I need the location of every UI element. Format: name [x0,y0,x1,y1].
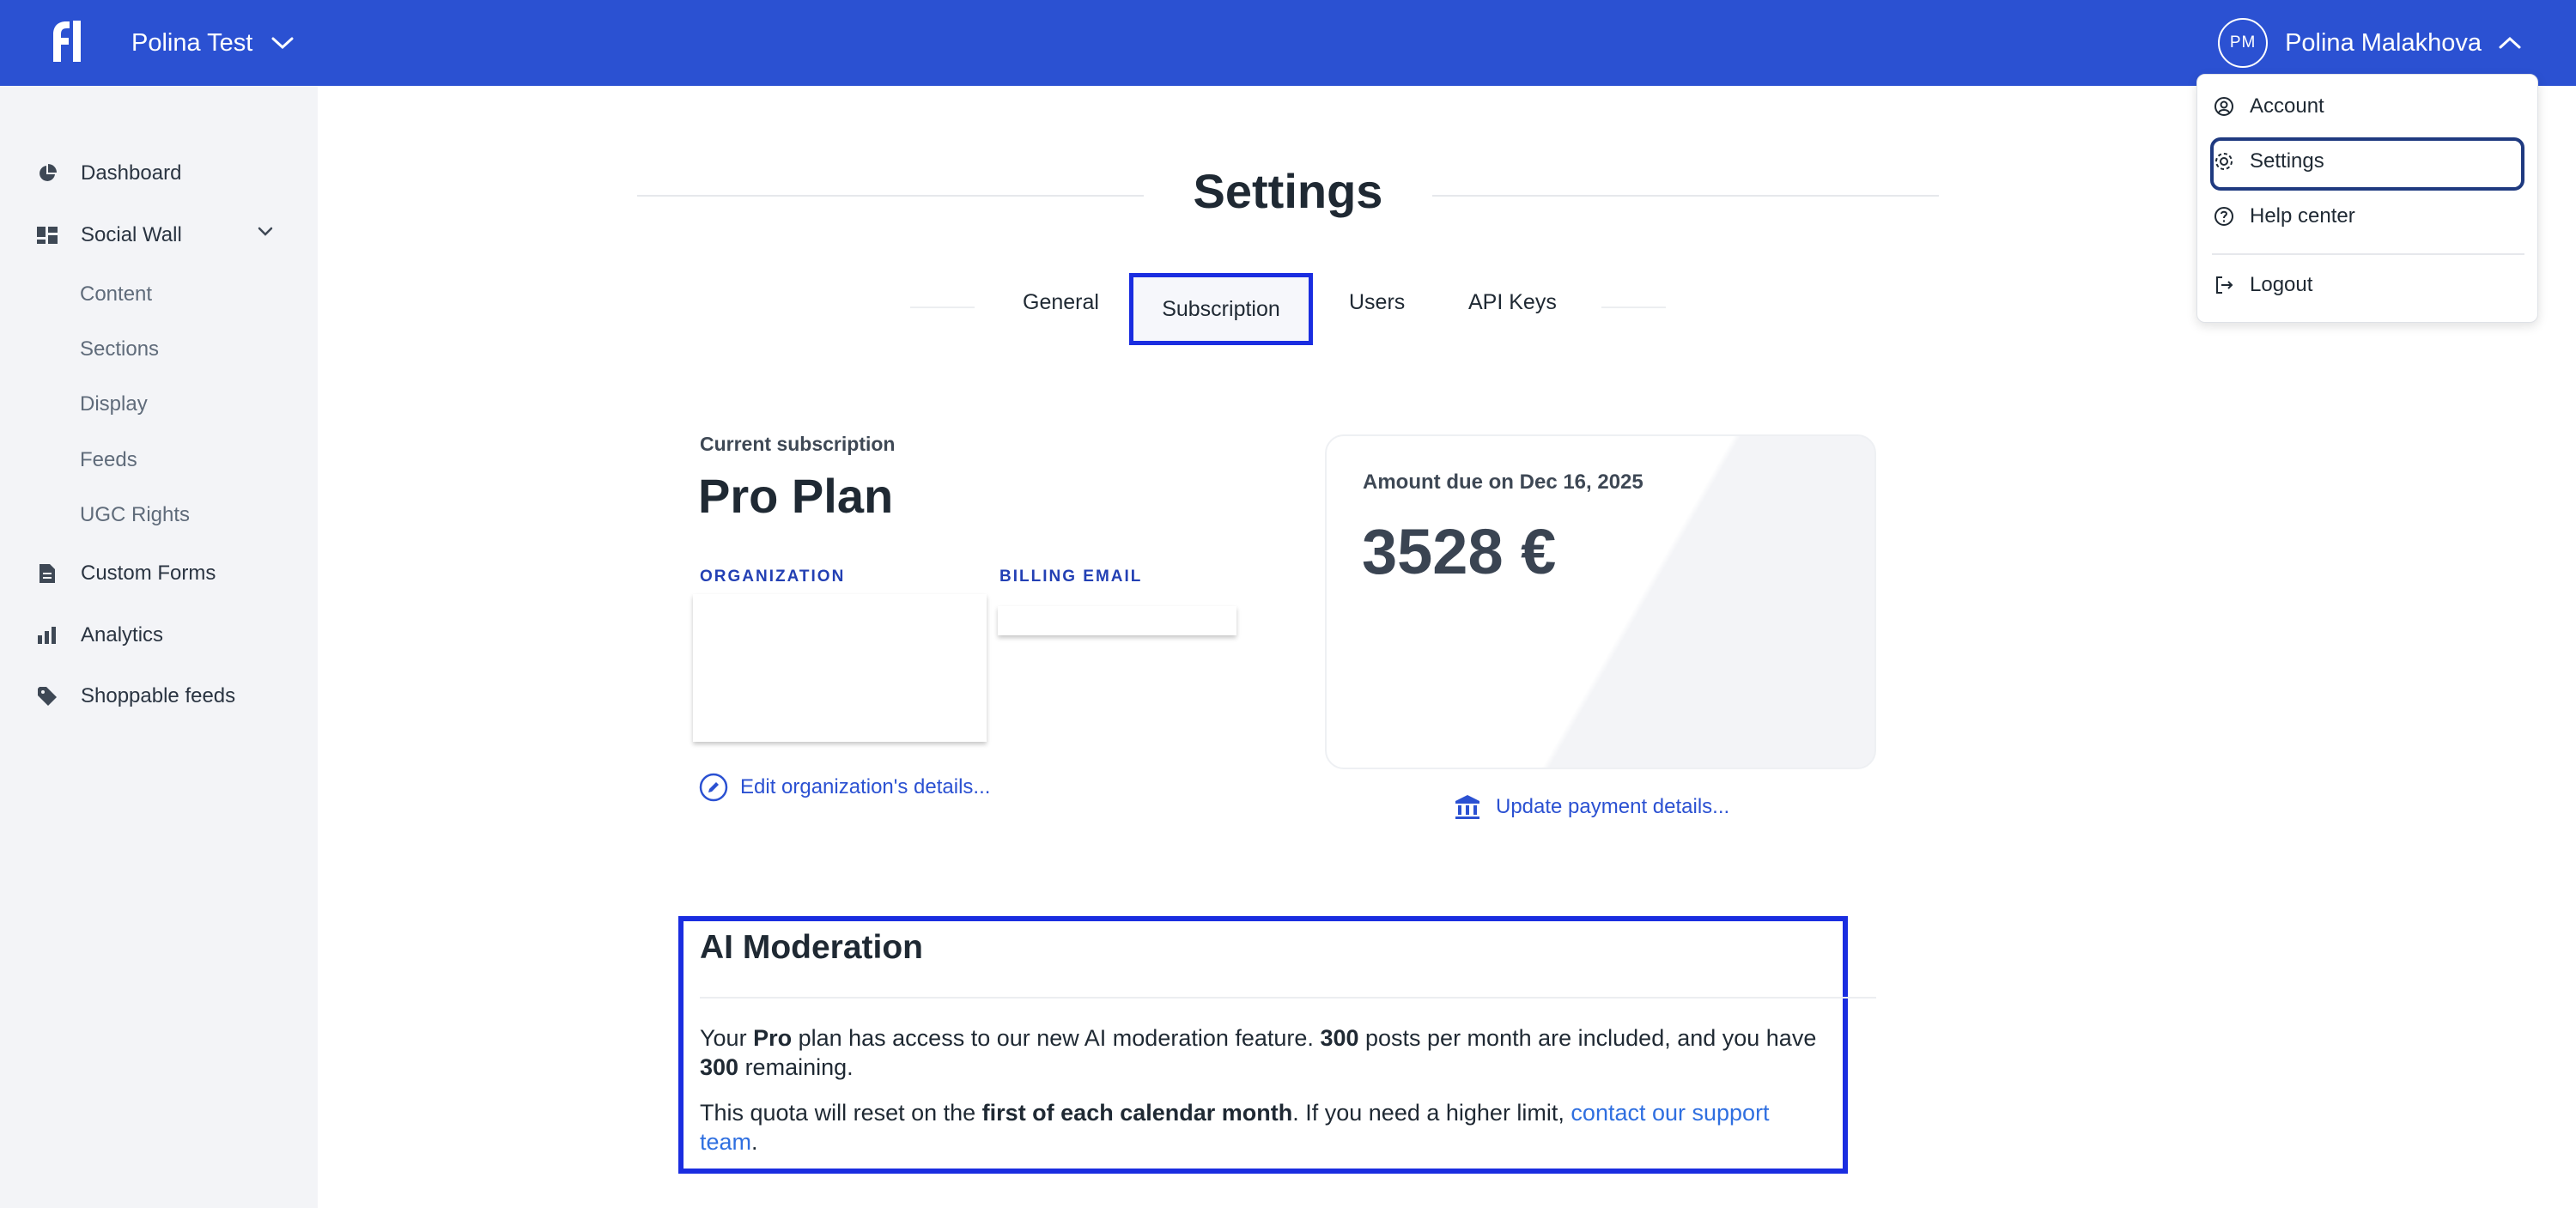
update-payment-label: Update payment details... [1496,795,1730,818]
help-circle-icon [2215,207,2233,226]
amount-due-label: Amount due on Dec 16, 2025 [1363,470,1643,494]
organization-label: ORGANIZATION [700,568,846,586]
organization-field [693,594,987,742]
sidebar-item-label: Custom Forms [81,562,216,585]
sidebar-item-shoppable-feeds[interactable]: Shoppable feeds [36,684,235,708]
menu-item-logout[interactable]: Logout [2214,273,2312,297]
sidebar-subitem-content[interactable]: Content [80,282,152,307]
sidebar-item-label: Shoppable feeds [81,684,236,707]
workspace-switcher[interactable]: Polina Test [131,0,294,86]
avatar: PM [2218,18,2269,68]
update-payment-link[interactable]: Update payment details... [1455,794,1729,820]
sidebar-subitem-ugc-rights[interactable]: UGC Rights [80,503,190,527]
ai-quota-text: Your Pro plan has access to our new AI m… [700,1025,1817,1080]
divider [910,307,975,308]
sidebar-item-custom-forms[interactable]: Custom Forms [36,562,216,586]
menu-item-help-center[interactable]: Help center [2214,204,2355,228]
sidebar-item-analytics[interactable]: Analytics [36,623,163,647]
pie-chart-icon [36,162,58,185]
user-menu-toggle[interactable]: PM Polina Malakhova [2218,0,2521,86]
sidebar-item-social-wall[interactable]: Social Wall [36,223,182,247]
sidebar-subitem-feeds[interactable]: Feeds [80,448,137,472]
sidebar-subitem-display[interactable]: Display [80,392,148,416]
sidebar-item-label: Dashboard [81,161,182,185]
page-title: Settings [1193,164,1383,218]
tab-users[interactable]: Users [1349,290,1405,315]
ai-moderation-title: AI Moderation [700,929,923,966]
amount-due-value: 3528 € [1362,516,1557,587]
chevron-down-icon[interactable] [258,227,273,237]
ai-reset-text: This quota will reset on the first of ea… [700,1100,1770,1155]
tab-api-keys[interactable]: API Keys [1468,290,1557,315]
wall-icon [36,224,58,246]
edit-organization-label: Edit organization's details... [740,775,991,798]
sidebar-item-label: Social Wall [81,223,182,246]
divider [2212,253,2524,255]
billing-email-label: BILLING EMAIL [999,568,1143,586]
form-icon [36,562,58,585]
tab-subscription[interactable]: Subscription [1129,273,1313,345]
sidebar-item-label: Analytics [81,623,164,646]
page-header: Settings [637,163,1939,232]
billing-email-field [998,606,1236,635]
menu-item-account[interactable]: Account [2214,94,2324,118]
user-circle-icon [2215,97,2233,116]
sidebar-subitem-sections[interactable]: Sections [80,337,159,361]
top-bar: Polina Test PM Polina Malakhova [0,0,2576,86]
chevron-up-icon [2499,36,2521,49]
chevron-down-icon [271,37,294,50]
bar-chart-icon [36,624,58,646]
menu-item-label: Logout [2250,273,2313,296]
tab-general[interactable]: General [1023,290,1099,315]
user-name: Polina Malakhova [2285,28,2482,57]
flockler-logo-icon[interactable] [46,17,88,65]
edit-icon [699,773,728,802]
menu-item-label: Account [2250,94,2324,118]
sidebar-item-dashboard[interactable]: Dashboard [36,161,181,185]
bank-icon [1455,795,1479,819]
menu-item-label: Help center [2250,204,2355,228]
menu-item-label: Settings [2250,149,2324,173]
edit-organization-link[interactable]: Edit organization's details... [699,773,990,802]
tag-icon [36,685,58,707]
gear-icon [2215,153,2233,170]
menu-item-settings[interactable]: Settings [2214,149,2324,173]
workspace-name: Polina Test [131,28,253,57]
current-subscription-label: Current subscription [700,433,896,455]
plan-name: Pro Plan [698,469,894,523]
divider [700,997,1876,999]
divider [1601,307,1666,308]
logout-icon [2216,276,2233,294]
